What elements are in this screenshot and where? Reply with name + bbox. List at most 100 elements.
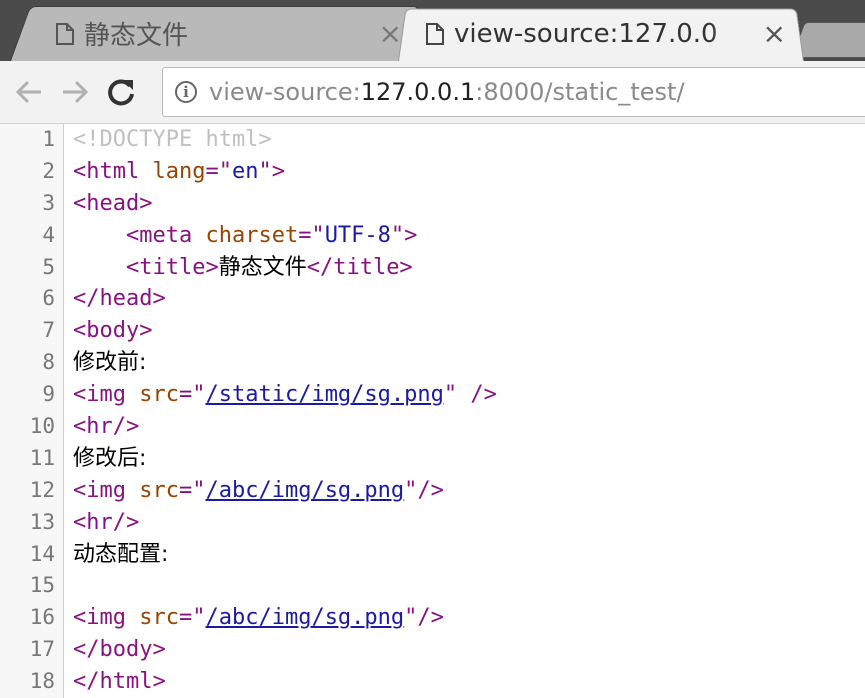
line-number: 5 [42,254,55,279]
tag-token: <img [73,382,140,408]
forward-button[interactable] [60,77,106,107]
line-code: </head> [73,283,166,315]
tag-token: </head> [73,286,166,312]
line-code: 修改前: [73,347,146,379]
url-link[interactable]: /abc/img/sg.png [205,478,404,503]
value-token: en [231,158,259,184]
tag-token: " /> [443,382,497,408]
line-number: 1 [42,127,55,151]
tag-token: "> [390,222,418,248]
toolbar: i view-source: 127.0.0.1:8000/static_test… [0,61,865,124]
source-line: 13 <hr/> [0,507,865,539]
source-line: 16 <img src="/abc/img/sg.png"/> [0,602,865,634]
reload-button[interactable] [106,77,152,107]
line-number: 2 [42,158,55,183]
arrow-left-icon [14,77,60,107]
tab-static-files[interactable]: 静态文件 × [9,6,421,61]
line-number: 16 [29,605,55,630]
tag-token: =" [298,222,325,248]
text-token: 动态配置: [73,541,169,567]
source-line: 4 <meta charset="UTF-8"> [0,220,865,252]
page-icon [56,22,74,45]
close-icon[interactable]: × [763,17,786,50]
line-code: <img src="/abc/img/sg.png"/> [73,475,444,507]
tab-content: view-source:127.0.0 × [398,6,804,61]
source-line: 15 [0,570,865,602]
line-number: 18 [29,669,55,694]
line-number: 10 [29,414,55,439]
tag-token: =" [178,605,206,631]
tag-token: "> [258,158,285,184]
source-line: 18 </html> [0,666,865,698]
tag-token: <hr/> [73,509,140,535]
back-button[interactable] [14,77,60,107]
tag-token: =" [178,382,206,408]
line-code: <!DOCTYPE html> [73,124,272,156]
line-number: 12 [29,477,55,502]
tag-token: <html [73,158,153,184]
source-line: 8 修改前: [0,347,865,379]
url-rest: :8000/static_test/ [475,78,685,106]
tag-token: <head> [73,190,153,216]
line-number: 7 [42,318,55,343]
line-number: 15 [29,573,55,598]
tag-token: </body> [73,637,166,663]
tag-token: </html> [73,669,166,695]
tag-token: <img [73,605,140,631]
text-token: 修改后: [73,445,147,471]
tab-view-source[interactable]: view-source:127.0.0 × [398,6,804,61]
line-number: 6 [42,286,55,311]
line-code: <img src="/abc/img/sg.png"/> [73,602,444,634]
line-code: <hr/> [73,507,139,539]
address-bar[interactable]: i view-source: 127.0.0.1:8000/static_test… [162,67,865,117]
source-lines: 1 <!DOCTYPE html> 2 <html lang="en"> 3 <head>… [0,124,865,698]
attribute-token: lang [152,158,206,184]
attribute-token: charset [205,222,299,248]
value-token: UTF-8 [324,222,391,248]
doctype-token: <!DOCTYPE html> [73,127,272,152]
line-code: <img src="/static/img/sg.png" /> [73,379,497,411]
line-number: 4 [42,222,55,247]
line-code: 动态配置: [73,539,168,571]
text-token: 静态文件 [218,254,307,280]
source-line: 14 动态配置: [0,539,865,571]
line-number: 9 [42,382,55,407]
tag-token: <img [73,477,140,503]
tab-title: view-source:127.0.0 [454,18,718,49]
tag-token: <body> [73,318,153,344]
source-line: 10 <hr/> [0,411,865,443]
tag-token: =" [205,158,232,184]
source-line: 17 </body> [0,634,865,666]
line-code: <head> [73,188,152,220]
url-link[interactable]: /static/img/sg.png [205,382,443,407]
attribute-token: src [139,382,179,408]
source-line: 11 修改后: [0,443,865,475]
url-host: 127.0.0.1 [360,78,476,106]
source-line: 2 <html lang="en"> [0,156,865,188]
line-code: <meta charset="UTF-8"> [73,220,417,252]
reload-icon [106,77,152,107]
line-number: 17 [29,637,55,662]
line-number: 11 [29,445,55,470]
line-number: 8 [42,350,55,375]
url-prefix: view-source: [209,78,361,106]
line-number: 3 [42,190,55,215]
tab-strip: 静态文件 × view-source:127.0.0 × [0,0,865,61]
source-view: 1 <!DOCTYPE html> 2 <html lang="en"> 3 <head>… [0,124,865,698]
tag-token: <title> [125,254,219,280]
line-code: <title>静态文件</title> [73,252,413,284]
url-link[interactable]: /abc/img/sg.png [205,605,404,630]
arrow-right-icon [60,77,106,107]
tag-token: "/> [404,605,444,631]
line-code: 修改后: [73,443,146,475]
info-icon[interactable]: i [175,81,197,103]
tag-token: <hr/> [73,414,140,440]
tag-token: "/> [404,477,444,503]
attribute-token: src [139,605,179,631]
line-number: 13 [29,509,55,534]
tab-content: 静态文件 × [30,6,420,61]
source-line: 1 <!DOCTYPE html> [0,124,865,156]
tag-token: =" [178,477,206,503]
